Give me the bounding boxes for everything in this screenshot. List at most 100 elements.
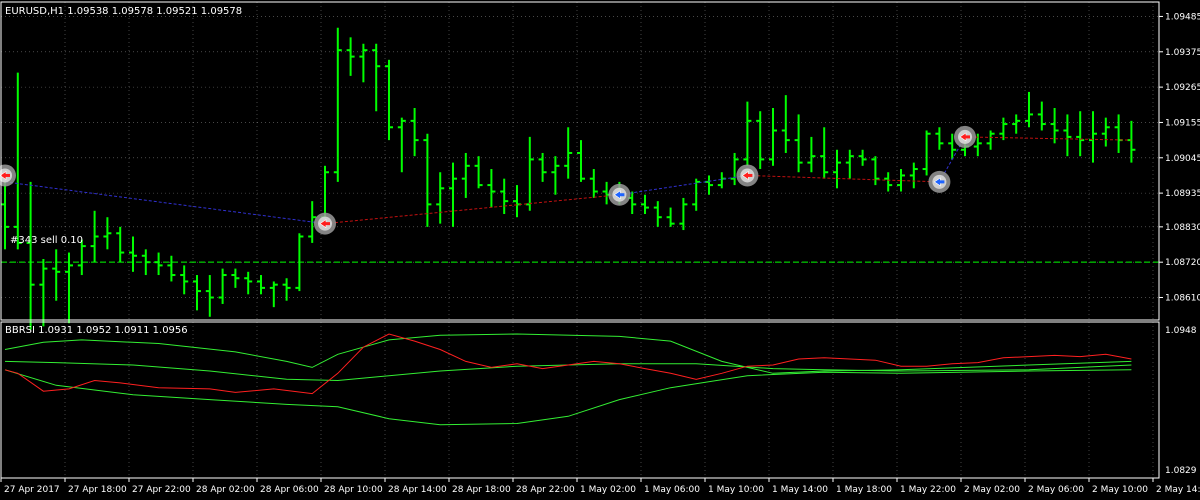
ohlc-bar[interactable] [410,108,419,157]
time-tick-label: 27 Apr 18:00 [68,485,127,495]
price-tick-label: 1.09155 [1165,118,1200,128]
ohlc-bar[interactable] [461,152,470,198]
price-tick-label: 1.09265 [1165,83,1200,93]
ohlc-bar[interactable] [538,152,547,182]
ohlc-bar[interactable] [167,255,176,282]
time-tick-label: 2 May 02:00 [964,485,1020,495]
ohlc-bar[interactable] [1050,108,1059,144]
ohlc-bar[interactable] [154,252,163,276]
bb-lower-line [4,369,1132,426]
ohlc-bar[interactable] [39,258,48,327]
ohlc-bar[interactable] [103,217,112,250]
ohlc-bar[interactable] [13,72,22,250]
ohlc-bar[interactable] [500,178,509,214]
ohlc-bar[interactable] [641,194,649,214]
ohlc-bar[interactable] [884,172,893,192]
ohlc-bar[interactable] [244,271,253,295]
ohlc-bar[interactable] [756,111,765,170]
ohlc-bar[interactable] [871,156,880,186]
ohlc-bar[interactable] [1127,120,1136,163]
ohlc-bar[interactable] [26,181,35,330]
ohlc-bar[interactable] [487,169,496,208]
ohlc-bar[interactable] [116,226,125,263]
ohlc-bar[interactable] [769,108,777,166]
ohlc-bar[interactable] [180,265,189,295]
ohlc-bar[interactable] [794,114,803,173]
ohlc-bar[interactable] [589,169,598,198]
trade-line [4,181,326,225]
ohlc-bar[interactable] [705,175,713,195]
trade-arrow-buy[interactable] [608,183,631,206]
indicator-tick-label: 1.0829 [1165,466,1197,476]
trade-arrow-buy[interactable] [928,170,951,193]
ohlc-bar[interactable] [231,268,240,288]
price-tick-label: 1.09375 [1165,48,1200,58]
ohlc-bar[interactable] [449,162,457,227]
ohlc-bar[interactable] [1076,111,1085,157]
ohlc-bar[interactable] [372,43,381,112]
trade-arrows[interactable] [0,125,976,235]
ohlc-bar[interactable] [820,127,829,179]
ohlc-bar[interactable] [564,127,573,179]
ohlc-bar[interactable] [679,197,688,231]
ohlc-bar[interactable] [909,162,918,189]
time-tick-label: 28 Apr 18:00 [452,485,511,495]
ohlc-bar[interactable] [845,149,854,179]
price-bars[interactable] [1,27,1136,330]
ohlc-bar[interactable] [1101,117,1110,147]
ohlc-bar[interactable] [205,275,214,317]
price-tick-label: 1.09045 [1165,154,1200,164]
ohlc-bar[interactable] [52,249,61,301]
ohlc-bar[interactable] [743,101,752,166]
ohlc-bar[interactable] [986,130,995,150]
ohlc-bar[interactable] [653,201,662,227]
arrow-tail [619,193,625,197]
ohlc-bar[interactable] [359,43,368,83]
ohlc-bar[interactable] [935,127,944,150]
trade-arrow-sell[interactable] [954,125,976,148]
ohlc-bar[interactable] [1089,111,1097,163]
bb-upper-line [4,333,1132,374]
ohlc-bar[interactable] [397,117,406,173]
ohlc-bar[interactable] [269,281,278,308]
bbrsi-lines [4,333,1132,426]
trade-arrow-sell[interactable] [736,164,759,187]
ohlc-bar[interactable] [141,249,150,276]
ohlc-bar[interactable] [781,95,790,153]
ohlc-bar[interactable] [474,156,483,189]
time-tick-label: 2 May 10:00 [1092,485,1148,495]
ohlc-bar[interactable] [999,117,1008,141]
trading-chart[interactable]: 1.09485 1.09375 1.09265 1.09155 1.09045 1.089… [0,0,1200,500]
ohlc-bar[interactable] [333,27,342,182]
ohlc-bar[interactable] [218,268,227,304]
trade-arrow-sell[interactable] [314,212,336,235]
time-tick-label: 28 Apr 10:00 [324,485,383,495]
ohlc-bar[interactable] [436,172,445,224]
ohlc-bar[interactable] [525,136,534,211]
ohlc-bar[interactable] [346,37,355,76]
ohlc-bar[interactable] [1037,101,1046,131]
ohlc-bar[interactable] [1025,91,1033,128]
ohlc-bar[interactable] [551,156,560,195]
ohlc-bar[interactable] [257,275,265,295]
ohlc-bar[interactable] [385,59,393,141]
ohlc-bar[interactable] [193,275,201,311]
ohlc-bar[interactable] [129,236,137,272]
ohlc-bar[interactable] [577,140,585,182]
ohlc-bar[interactable] [1063,114,1072,157]
ohlc-bar[interactable] [922,130,931,176]
ohlc-bar[interactable] [807,136,816,173]
ohlc-bar[interactable] [666,207,675,227]
ohlc-bar[interactable] [90,210,99,263]
time-tick-label: 1 May 06:00 [644,485,700,495]
bb-middle-line [4,360,1132,382]
ohlc-bar[interactable] [717,172,726,189]
ohlc-bar[interactable] [513,185,521,218]
ohlc-bar[interactable] [833,149,841,189]
time-tick-label: 1 May 18:00 [836,485,892,495]
ohlc-bar[interactable] [1114,114,1123,153]
arrow-tail [325,222,330,226]
ohlc-bar[interactable] [65,252,73,324]
ohlc-bar[interactable] [1012,114,1021,134]
trade-arrow-sell[interactable] [0,164,16,187]
